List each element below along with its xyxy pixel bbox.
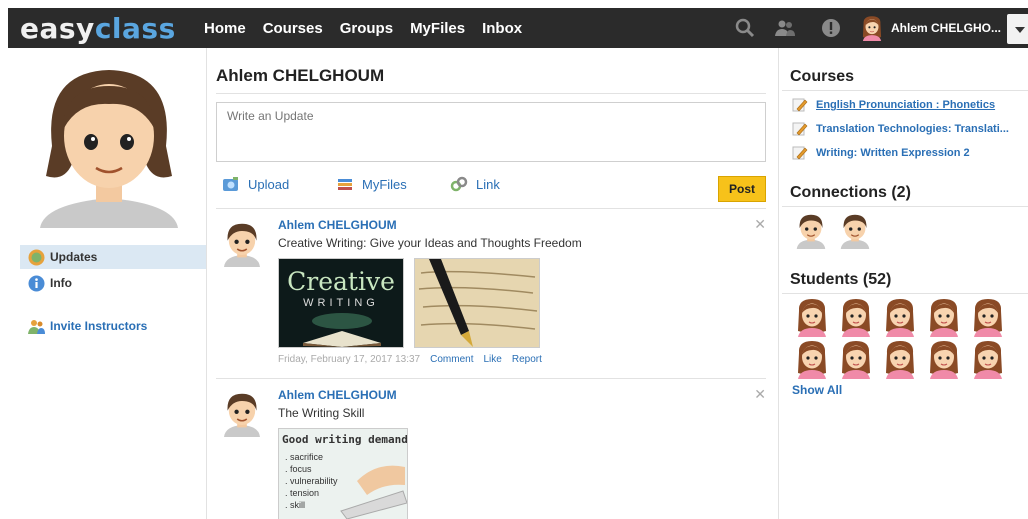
search-icon[interactable] (734, 17, 756, 39)
nav-inbox[interactable]: Inbox (482, 20, 522, 37)
post-author-link[interactable]: Ahlem CHELGHOUM (278, 218, 397, 232)
courses-heading: Courses (790, 68, 855, 85)
divider (216, 93, 766, 94)
close-icon[interactable]: ✕ (754, 386, 766, 403)
student-avatar[interactable] (792, 296, 832, 338)
connections-icon[interactable] (774, 17, 796, 39)
comment-link[interactable]: Comment (430, 354, 473, 365)
sidebar-item-label: Updates (50, 250, 98, 264)
student-avatar[interactable] (924, 338, 964, 380)
pencil-icon (792, 98, 808, 112)
divider (206, 48, 207, 519)
student-avatar[interactable] (836, 338, 876, 380)
post-text: The Writing Skill (278, 406, 365, 420)
post-author-link[interactable]: Ahlem CHELGHOUM (278, 388, 397, 402)
connections-heading: Connections (2) (790, 184, 911, 201)
upload-icon (223, 177, 238, 191)
sidebar-item-invite-instructors[interactable]: Invite Instructors (20, 314, 206, 338)
nav-myfiles[interactable]: MyFiles (410, 20, 465, 37)
notifications-alert-icon[interactable] (820, 17, 842, 39)
author-avatar[interactable] (218, 218, 266, 268)
connection-avatar[interactable] (836, 210, 874, 250)
good-writing-list: . sacrifice . focus . vulnerability . te… (285, 452, 338, 510)
post-image-creative-writing[interactable]: Creative WRITING (278, 258, 404, 348)
sidebar-item-info[interactable]: Info (20, 271, 206, 295)
post-actions: Upload MyFiles Link Post (220, 176, 766, 204)
like-link[interactable]: Like (483, 354, 501, 365)
myfiles-button[interactable]: MyFiles (336, 176, 407, 192)
post-date: Friday, February 17, 2017 13:37 (278, 354, 421, 365)
upload-button[interactable]: Upload (222, 176, 289, 192)
post-image-fountain-pen[interactable] (414, 258, 540, 348)
connection-avatar[interactable] (792, 210, 830, 250)
close-icon[interactable]: ✕ (754, 216, 766, 233)
divider (782, 90, 1028, 91)
post-meta: Friday, February 17, 2017 13:37 Comment … (278, 354, 542, 365)
students-heading: Students (52) (790, 271, 892, 288)
student-avatar[interactable] (968, 296, 1008, 338)
feed-post: Ahlem CHELGHOUM The Writing Skill ✕ Good… (216, 382, 766, 519)
user-avatar-icon (859, 15, 885, 41)
link-button[interactable]: Link (450, 176, 500, 192)
student-avatar[interactable] (836, 296, 876, 338)
link-icon (450, 176, 468, 192)
course-link-english-pronunciation[interactable]: English Pronunciation : Phonetics (792, 98, 995, 112)
divider (782, 293, 1028, 294)
profile-avatar[interactable] (34, 56, 184, 228)
nav-courses[interactable]: Courses (263, 20, 323, 37)
student-avatar[interactable] (880, 296, 920, 338)
user-name: Ahlem CHELGHO... (891, 21, 1002, 35)
sidebar-item-updates[interactable]: Updates (20, 245, 206, 269)
sidebar-item-label: Info (50, 276, 72, 290)
divider (216, 208, 766, 209)
invite-icon (28, 319, 45, 334)
easyclass-logo[interactable]: easyclass (20, 12, 176, 45)
page-title: Ahlem CHELGHOUM (216, 66, 385, 85)
author-avatar[interactable] (218, 388, 266, 438)
course-link-writing-expression[interactable]: Writing: Written Expression 2 (792, 146, 970, 160)
divider (782, 206, 1028, 207)
left-sidebar: Updates Info Invite Instructors (8, 48, 206, 519)
student-avatar[interactable] (968, 338, 1008, 380)
feed-post: Ahlem CHELGHOUM Creative Writing: Give y… (216, 212, 766, 378)
post-text: Creative Writing: Give your Ideas and Th… (278, 236, 582, 250)
updates-icon (28, 249, 45, 265)
myfiles-icon (338, 179, 352, 190)
pencil-icon (792, 122, 808, 136)
nav-groups[interactable]: Groups (340, 20, 393, 37)
show-all-link[interactable]: Show All (792, 383, 842, 397)
student-avatar[interactable] (924, 296, 964, 338)
pencil-icon (792, 146, 808, 160)
pen-illustration (418, 259, 538, 347)
keyboard-hands-illustration (340, 465, 407, 519)
user-menu[interactable]: Ahlem CHELGHO... (859, 15, 1001, 41)
update-input[interactable] (216, 102, 766, 162)
post-image-good-writing[interactable]: Good writing demands . sacrifice . focus… (278, 428, 408, 519)
sidebar-item-label: Invite Instructors (50, 319, 148, 333)
student-avatar[interactable] (792, 338, 832, 380)
top-navigation-bar: easyclass Home Courses Groups MyFiles In… (8, 8, 1028, 48)
nav-home[interactable]: Home (204, 20, 246, 37)
info-icon (28, 275, 45, 291)
course-link-translation-technologies[interactable]: Translation Technologies: Translati... (792, 122, 1009, 136)
divider (778, 48, 779, 519)
user-dropdown-button[interactable] (1007, 14, 1028, 44)
student-avatar[interactable] (880, 338, 920, 380)
divider (216, 378, 766, 379)
post-button[interactable]: Post (718, 176, 766, 202)
report-link[interactable]: Report (512, 354, 542, 365)
book-illustration (303, 313, 381, 347)
main-nav: Home Courses Groups MyFiles Inbox (204, 20, 522, 37)
